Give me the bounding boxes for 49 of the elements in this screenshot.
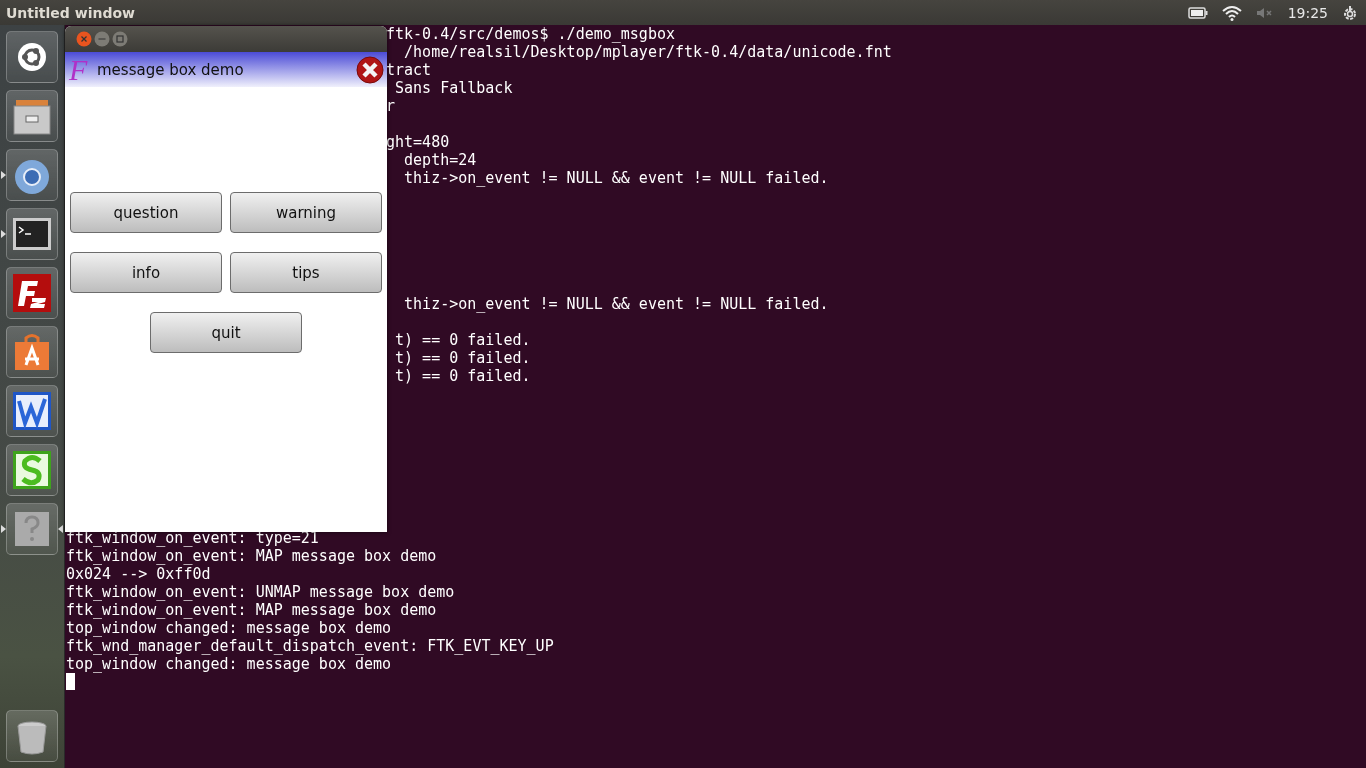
filezilla-icon [10, 271, 54, 315]
close-icon[interactable] [356, 55, 384, 84]
spreadsheet-icon [10, 448, 54, 492]
muted-speaker-icon[interactable] [1255, 6, 1274, 19]
app-logo: F [69, 52, 89, 87]
clock[interactable]: 19:25 [1287, 4, 1328, 21]
dialog-button[interactable]: tips [230, 252, 382, 293]
terminal-line: /home/realsil/Desktop/mplayer/ftk-0.4/data/unicode.fnt [403, 43, 892, 61]
terminal-line: Sans Fallback [394, 79, 513, 97]
power-gear-icon[interactable] [1342, 4, 1358, 21]
terminal-line: depth=24 [403, 151, 477, 169]
launcher-item[interactable] [6, 208, 58, 260]
terminal-line: ftk_wnd_manager_default_dispatch_event: FTK_EVT_KEY_UP [66, 637, 554, 655]
battery-icon[interactable] [1187, 6, 1208, 19]
terminal-line: tract [386, 61, 432, 79]
terminal-line: ftk-0.4/src/demos$ ./demo_msgbox [386, 25, 675, 43]
terminal-line: ftk_window_on_event: MAP message box demo [66, 547, 437, 565]
minimize-icon[interactable] [94, 31, 110, 47]
terminal-line: t) == 0 failed. [394, 367, 531, 385]
terminal-line: top_window changed: message box demo [66, 655, 392, 673]
dash-button[interactable] [6, 31, 58, 83]
terminal-line: ftk_window_on_event: MAP message box demo [66, 601, 437, 619]
terminal-line: ftk_window_on_event: type=21 [66, 529, 319, 547]
launcher-item[interactable] [6, 326, 58, 378]
terminal-line: thiz->on_event != NULL && event != NULL failed. [403, 169, 829, 187]
launcher-item[interactable] [6, 149, 58, 201]
terminal-line: 0x024 --> 0xff0d [66, 565, 211, 583]
terminal-line: r [386, 97, 396, 115]
maximize-icon[interactable] [112, 31, 128, 47]
launcher-item[interactable] [6, 90, 58, 142]
terminal-line: t) == 0 failed. [394, 349, 531, 367]
dialog-button[interactable]: question [70, 192, 222, 233]
terminal-line: t) == 0 failed. [394, 331, 531, 349]
terminal-line: ftk_window_on_event: UNMAP message box demo [66, 583, 455, 601]
launcher-item[interactable] [6, 444, 58, 496]
launcher-item[interactable] [6, 267, 58, 319]
dialog-title: message box demo [97, 60, 245, 79]
writer-icon [10, 389, 54, 433]
window-title: Untitled window [6, 4, 135, 21]
trash-button[interactable] [6, 710, 58, 762]
dialog-button[interactable]: quit [150, 312, 302, 353]
terminal-line: top_window changed: message box demo [66, 619, 392, 637]
wifi-icon[interactable] [1221, 4, 1242, 21]
terminal-line: ght=480 [386, 133, 450, 151]
dialog-button[interactable]: warning [230, 192, 382, 233]
text-cursor [66, 673, 75, 690]
terminal-line: thiz->on_event != NULL && event != NULL failed. [403, 295, 829, 313]
launcher-item[interactable] [6, 385, 58, 437]
dialog-button[interactable]: info [70, 252, 222, 293]
